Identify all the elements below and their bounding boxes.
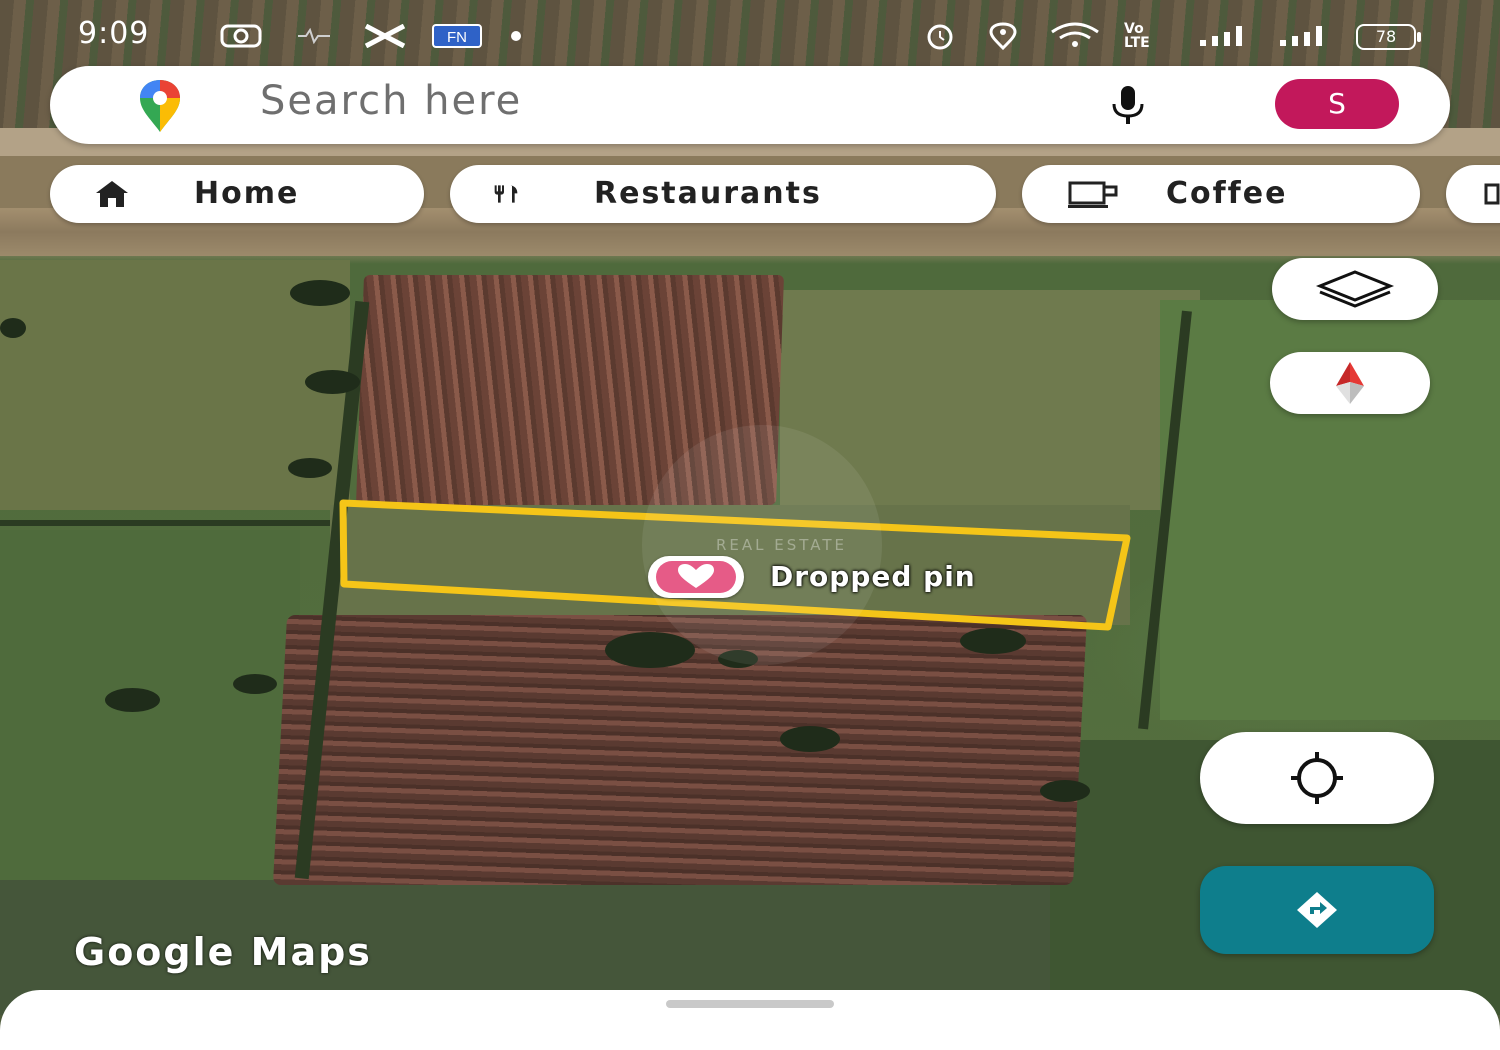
watermark-text: REAL ESTATE — [716, 536, 848, 554]
directions-button[interactable] — [1200, 866, 1434, 954]
dropped-pin-marker[interactable] — [648, 556, 744, 598]
google-maps-logo-icon — [140, 80, 180, 132]
news-app-icon: FN — [432, 24, 482, 48]
pin-badge — [656, 561, 736, 593]
chip-home[interactable]: Home — [50, 165, 424, 223]
directions-icon — [1297, 892, 1337, 928]
search-bar[interactable]: Search here S — [50, 66, 1450, 144]
microphone-icon[interactable] — [1108, 84, 1148, 126]
coffee-icon — [1068, 181, 1118, 208]
drag-handle[interactable] — [666, 1000, 834, 1008]
network-label: LTE — [1124, 35, 1150, 51]
layers-icon — [1315, 270, 1395, 308]
instagram-icon — [220, 24, 262, 48]
chip-label: Home — [194, 176, 300, 211]
my-location-button[interactable] — [1200, 732, 1434, 824]
notification-dot-icon — [511, 31, 521, 41]
shopping-icon — [1484, 183, 1500, 205]
bottom-sheet[interactable] — [0, 990, 1500, 1050]
signal-icon-2 — [1280, 26, 1322, 46]
x-icon — [364, 24, 406, 48]
battery-indicator: 78 — [1356, 24, 1421, 50]
compass-icon — [1336, 362, 1364, 404]
chip-coffee[interactable]: Coffee — [1022, 165, 1420, 223]
account-avatar[interactable]: S — [1275, 79, 1399, 129]
status-time: 9:09 — [78, 16, 150, 51]
signal-icon — [1200, 26, 1242, 46]
restaurant-icon — [494, 185, 518, 203]
activity-icon — [298, 28, 330, 44]
layers-button[interactable] — [1272, 258, 1438, 320]
crosshair-icon — [1291, 752, 1343, 804]
volte-label: Vo — [1124, 21, 1144, 37]
status-bar: 9:09 FN Vo LTE 78 — [0, 0, 1500, 66]
alarm-icon — [927, 24, 953, 50]
compass-button[interactable] — [1270, 352, 1430, 414]
wifi-icon — [1051, 22, 1099, 47]
volte-icon: Vo LTE — [1124, 22, 1150, 50]
heart-icon — [678, 564, 714, 588]
dropped-pin-label[interactable]: Dropped pin — [770, 560, 976, 593]
google-maps-wordmark: Google Maps — [74, 930, 372, 974]
search-input[interactable]: Search here — [260, 78, 522, 124]
home-icon — [96, 181, 128, 207]
chip-more[interactable] — [1446, 165, 1500, 223]
chip-label: Restaurants — [594, 176, 822, 211]
svg-text:FN: FN — [447, 29, 467, 46]
chip-label: Coffee — [1166, 176, 1288, 211]
location-icon — [989, 22, 1017, 50]
chip-restaurants[interactable]: Restaurants — [450, 165, 996, 223]
